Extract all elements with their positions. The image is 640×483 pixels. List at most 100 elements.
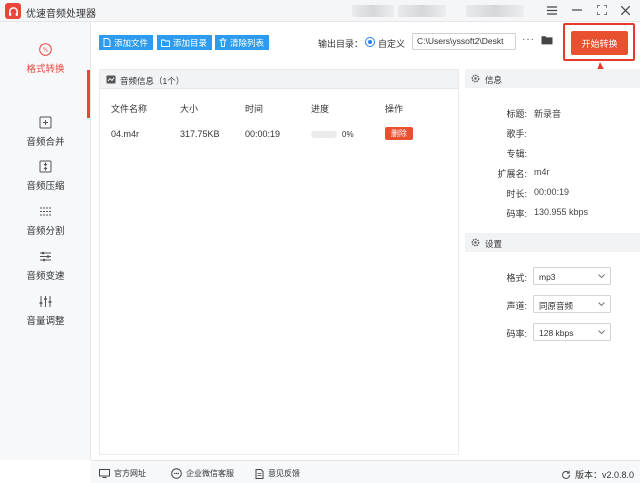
sidebar-item-label: 音频分割 xyxy=(26,226,65,237)
bitrate-select-value: 128 kbps xyxy=(539,328,574,338)
setting-label-channel: 声道: xyxy=(506,301,527,311)
file-list-title: 音频信息（1个） xyxy=(120,76,185,86)
title-bar: 优速音频处理器 xyxy=(0,0,640,22)
column-header-size: 大小 xyxy=(180,104,199,114)
custom-radio-label: 自定义 xyxy=(378,39,406,49)
file-list-panel: 音频信息（1个） 文件名称 大小 时间 进度 操作 04.m4r 317.75K… xyxy=(99,69,459,455)
audio-info-icon xyxy=(106,75,116,84)
folder-icon xyxy=(161,39,170,47)
trash-icon xyxy=(219,38,227,47)
sidebar-item-format-convert[interactable]: % 格式转换 xyxy=(0,42,91,82)
feedback-icon xyxy=(255,468,264,479)
close-icon[interactable] xyxy=(618,3,632,17)
info-label-bitrate: 码率: xyxy=(506,209,527,219)
info-label-title: 标题: xyxy=(506,109,527,119)
merge-icon xyxy=(39,115,53,129)
add-file-label: 添加文件 xyxy=(114,37,149,48)
wechat-support-link[interactable]: 企业微信客服 xyxy=(171,468,234,479)
compress-icon xyxy=(39,159,53,173)
chevron-down-icon xyxy=(598,274,605,279)
column-header-name: 文件名称 xyxy=(111,104,148,114)
channel-select-value: 同原音频 xyxy=(539,301,574,311)
sidebar-item-speed[interactable]: 音频变速 xyxy=(0,249,91,289)
menu-icon[interactable] xyxy=(545,3,559,17)
column-header-progress: 进度 xyxy=(311,104,330,114)
feedback-link[interactable]: 意见反馈 xyxy=(255,468,300,479)
sidebar-item-split[interactable]: 音频分割 xyxy=(0,204,91,244)
sidebar-item-merge[interactable]: 音频合并 xyxy=(0,115,91,155)
website-link[interactable]: 官方网址 xyxy=(99,468,146,479)
sidebar-item-volume-adjust[interactable]: 音量调整 xyxy=(0,294,91,334)
delete-label: 删除 xyxy=(391,129,407,138)
chevron-down-icon xyxy=(598,330,605,335)
blurred-area xyxy=(466,5,524,17)
info-value-extension: m4r xyxy=(534,167,550,177)
chat-icon xyxy=(171,468,182,479)
svg-text:%: % xyxy=(43,47,48,53)
maximize-icon[interactable] xyxy=(595,3,609,17)
custom-radio[interactable] xyxy=(365,37,375,47)
start-convert-label: 开始转换 xyxy=(581,38,618,49)
format-convert-icon: % xyxy=(39,42,53,56)
settings-panel-header: 设置 xyxy=(465,233,640,252)
sidebar-item-label: 音量调整 xyxy=(26,316,65,327)
more-options-button[interactable]: ··· xyxy=(522,34,535,45)
clear-list-button[interactable]: 清除列表 xyxy=(215,35,270,50)
app-title: 优速音频处理器 xyxy=(26,9,96,20)
info-panel: 信息 标题: 新录音 歌手: 专辑: 扩展名: m4r 时长: 00:00:19… xyxy=(465,69,640,229)
table-row[interactable]: 04.m4r 317.75KB 00:00:19 0% 删除 xyxy=(100,123,458,145)
output-path-field[interactable]: C:\Users\yssoft2\Deskt xyxy=(412,33,516,50)
info-value-title: 新录音 xyxy=(534,109,562,119)
clear-list-label: 清除列表 xyxy=(230,37,265,48)
file-icon xyxy=(103,38,111,47)
refresh-icon xyxy=(562,470,570,479)
add-folder-label: 添加目录 xyxy=(173,37,208,48)
version-label: 版本：v2.0.8.0 xyxy=(575,470,635,480)
info-panel-header: 信息 xyxy=(465,69,640,88)
sidebar-item-label: 音频压缩 xyxy=(26,181,65,192)
start-convert-button[interactable]: 开始转换 xyxy=(571,31,628,55)
volume-adjust-icon xyxy=(39,294,53,308)
progress-percent: 0% xyxy=(342,130,354,139)
app-logo-icon xyxy=(5,3,21,19)
info-label-artist: 歌手: xyxy=(506,129,527,139)
bitrate-select[interactable]: 128 kbps xyxy=(533,323,611,341)
add-file-button[interactable]: 添加文件 xyxy=(99,35,154,50)
channel-select[interactable]: 同原音频 xyxy=(533,295,611,313)
feedback-label: 意见反馈 xyxy=(268,469,300,478)
output-dir-label: 输出目录： xyxy=(318,39,364,49)
settings-panel: 设置 格式: mp3 声道: 同原音频 码率: 128 kbps xyxy=(465,233,640,455)
info-value-bitrate: 130.955 kbps xyxy=(534,207,589,217)
wechat-support-label: 企业微信客服 xyxy=(186,469,234,478)
sidebar-item-label: 音频变速 xyxy=(26,271,65,282)
footer: 官方网址 企业微信客服 意见反馈 版本：v2.0.8.0 xyxy=(91,460,640,483)
file-list-header: 音频信息（1个） xyxy=(100,70,458,89)
sidebar-item-compress[interactable]: 音频压缩 xyxy=(0,159,91,199)
add-folder-button[interactable]: 添加目录 xyxy=(157,35,213,50)
version-info[interactable]: 版本：v2.0.8.0 xyxy=(561,468,634,481)
info-label-extension: 扩展名: xyxy=(497,169,527,179)
column-header-action: 操作 xyxy=(385,104,404,114)
blurred-area xyxy=(398,5,446,17)
sidebar-item-label: 音频合并 xyxy=(26,137,65,148)
chevron-down-icon xyxy=(598,302,605,307)
format-select-value: mp3 xyxy=(539,272,556,282)
speed-icon xyxy=(39,249,53,263)
split-icon xyxy=(39,204,53,218)
file-duration: 00:00:19 xyxy=(245,129,281,139)
file-size: 317.75KB xyxy=(180,129,220,139)
setting-label-bitrate: 码率: xyxy=(506,329,527,339)
column-header-time: 时间 xyxy=(245,104,264,114)
minimize-icon[interactable] xyxy=(570,3,584,17)
settings-panel-title: 设置 xyxy=(485,239,503,249)
gear-icon xyxy=(471,238,480,247)
info-label-duration: 时长: xyxy=(506,189,527,199)
sidebar: % 格式转换 音频合并 音频压缩 音频分割 音频变速 音量调整 xyxy=(0,22,91,460)
progress-bar xyxy=(311,131,337,138)
format-select[interactable]: mp3 xyxy=(533,267,611,285)
info-value-duration: 00:00:19 xyxy=(534,187,570,197)
monitor-icon xyxy=(99,469,110,478)
delete-button[interactable]: 删除 xyxy=(385,127,413,140)
open-folder-icon[interactable] xyxy=(541,35,553,47)
file-name: 04.m4r xyxy=(111,129,140,139)
